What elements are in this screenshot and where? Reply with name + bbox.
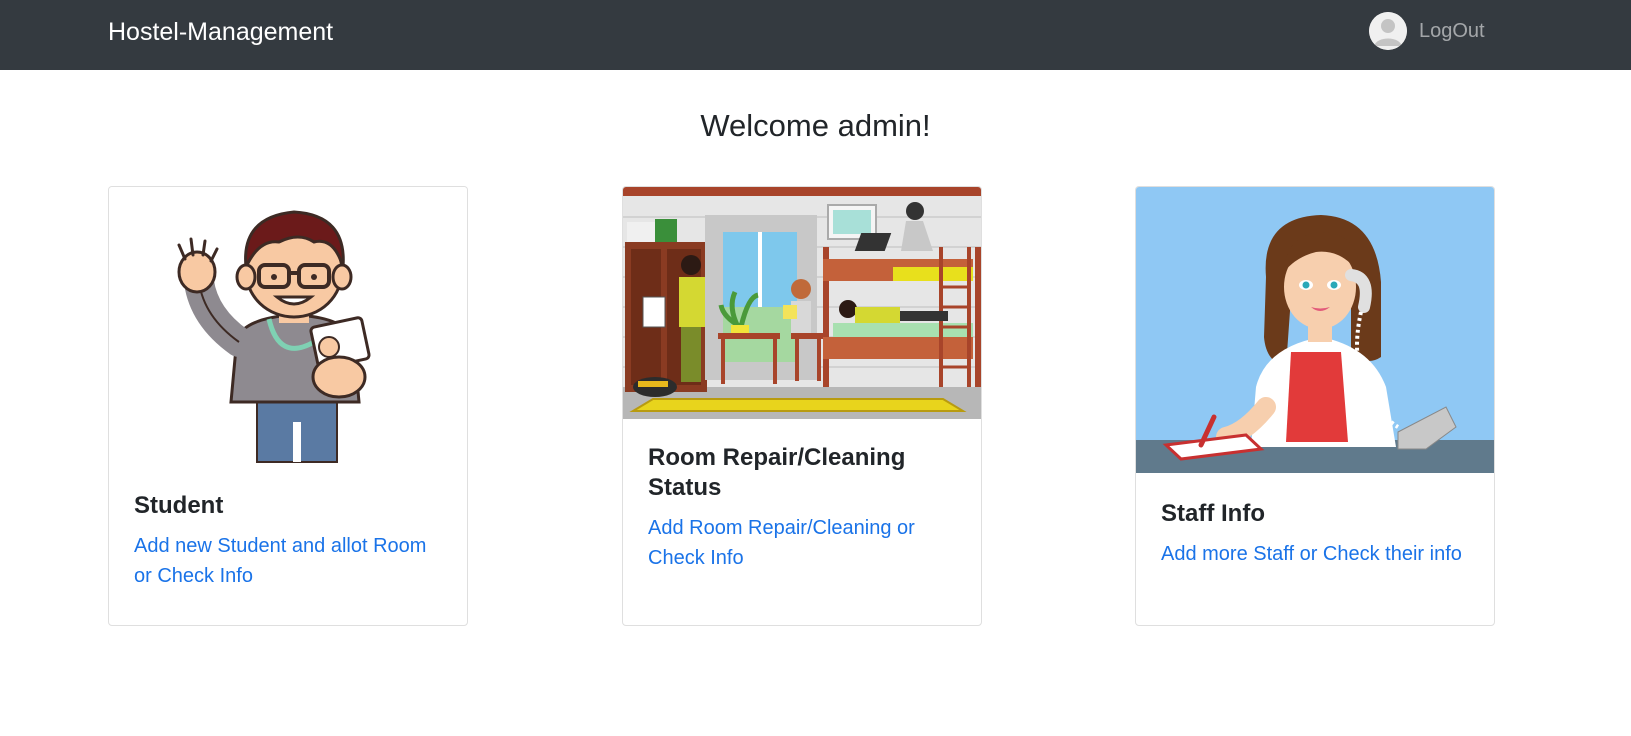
receptionist-illustration: [1136, 187, 1494, 473]
brand-link[interactable]: Hostel-Management: [108, 15, 333, 49]
room-repair-card-body: Room Repair/Cleaning Status Add Room Rep…: [623, 443, 981, 573]
logout-link[interactable]: LogOut: [1419, 20, 1485, 43]
room-repair-card-link[interactable]: Add Room Repair/Cleaning or Check Info: [648, 513, 956, 573]
student-card: Student Add new Student and allot Room o…: [108, 186, 468, 626]
student-card-body: Student Add new Student and allot Room o…: [109, 491, 467, 591]
staff-card-body: Staff Info Add more Staff or Check their…: [1136, 499, 1494, 569]
student-card-link[interactable]: Add new Student and allot Room or Check …: [134, 531, 442, 591]
staff-card-title: Staff Info: [1161, 500, 1265, 527]
room-repair-card: Room Repair/Cleaning Status Add Room Rep…: [622, 186, 982, 626]
room-repair-card-title: Room Repair/Cleaning Status: [648, 444, 906, 501]
top-navbar: Hostel-Management LogOut: [0, 0, 1631, 70]
staff-card-link[interactable]: Add more Staff or Check their info: [1161, 539, 1469, 569]
student-illustration: [109, 187, 467, 467]
welcome-heading: Welcome admin!: [700, 108, 931, 143]
dorm-room-illustration: [623, 187, 981, 419]
user-menu[interactable]: LogOut: [1369, 12, 1485, 50]
user-avatar-icon: [1369, 12, 1407, 50]
staff-info-card: Staff Info Add more Staff or Check their…: [1135, 186, 1495, 626]
student-card-title: Student: [134, 492, 224, 519]
